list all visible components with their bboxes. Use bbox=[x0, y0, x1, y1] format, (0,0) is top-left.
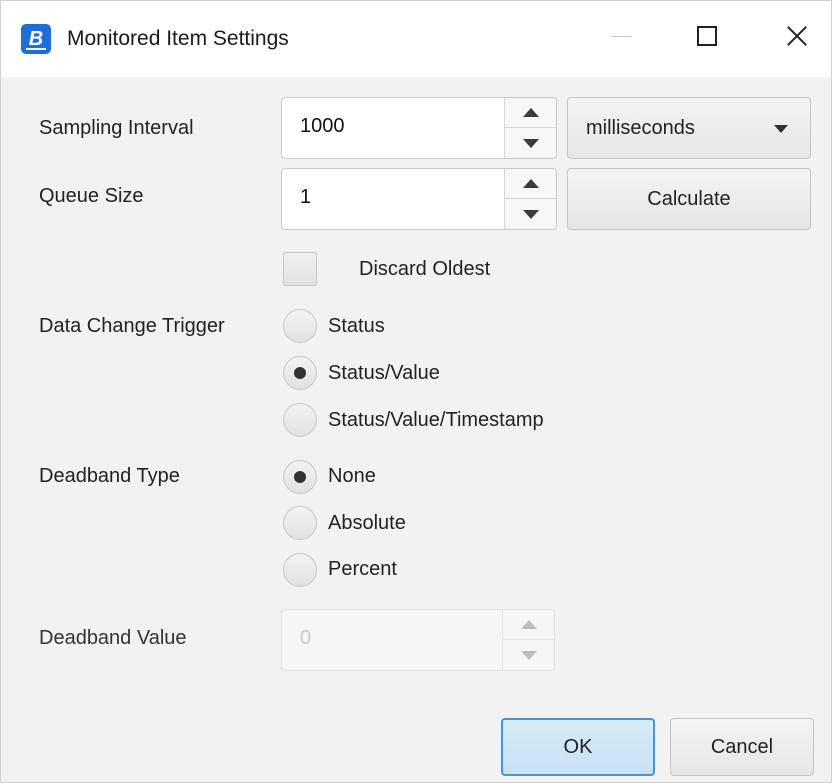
deadband-value-label: Deadband Value bbox=[39, 627, 187, 649]
sampling-unit-dropdown[interactable]: milliseconds bbox=[567, 97, 811, 159]
queue-size-arrows bbox=[504, 169, 556, 229]
deadband-decrement-button[interactable] bbox=[503, 640, 554, 670]
title-bar: B Monitored Item Settings bbox=[1, 1, 831, 77]
sampling-interval-spinner[interactable]: 1000 bbox=[281, 97, 557, 159]
trigger-option-status[interactable]: Status bbox=[328, 315, 385, 338]
window-title: Monitored Item Settings bbox=[67, 27, 289, 50]
calculate-button[interactable]: Calculate bbox=[567, 168, 811, 230]
trigger-radio-status-value[interactable] bbox=[283, 356, 317, 390]
calculate-button-label: Calculate bbox=[647, 187, 731, 210]
sampling-interval-arrows bbox=[504, 98, 556, 158]
deadband-increment-button[interactable] bbox=[503, 610, 554, 640]
data-change-trigger-label: Data Change Trigger bbox=[39, 315, 225, 337]
discard-oldest-checkbox[interactable] bbox=[283, 252, 317, 286]
deadband-value-arrows bbox=[502, 610, 554, 670]
dropdown-caret-icon bbox=[774, 125, 788, 133]
queue-size-label: Queue Size bbox=[39, 185, 144, 207]
cancel-button[interactable]: Cancel bbox=[670, 718, 814, 776]
deadband-value-spinner[interactable]: 0 bbox=[281, 609, 555, 671]
maximize-button[interactable] bbox=[677, 11, 737, 61]
sampling-unit-selected: milliseconds bbox=[586, 116, 695, 139]
queue-decrement-button[interactable] bbox=[505, 199, 556, 229]
trigger-option-status-value[interactable]: Status/Value bbox=[328, 362, 440, 385]
sampling-interval-value[interactable]: 1000 bbox=[300, 115, 345, 138]
cancel-button-label: Cancel bbox=[710, 735, 774, 758]
sampling-increment-button[interactable] bbox=[505, 98, 556, 128]
queue-size-value[interactable]: 1 bbox=[300, 186, 311, 209]
deadband-radio-absolute[interactable] bbox=[283, 506, 317, 540]
minimize-button[interactable] bbox=[591, 11, 651, 61]
close-icon bbox=[786, 25, 808, 47]
trigger-radio-status-value-timestamp[interactable] bbox=[283, 403, 317, 437]
deadband-option-none[interactable]: None bbox=[328, 465, 376, 488]
trigger-radio-status[interactable] bbox=[283, 309, 317, 343]
chevron-down-icon bbox=[522, 209, 539, 219]
chevron-down-icon bbox=[522, 138, 539, 148]
dialog-window: B Monitored Item Settings Sampling Inter… bbox=[0, 0, 832, 783]
deadband-radio-percent[interactable] bbox=[283, 553, 317, 587]
chevron-up-icon bbox=[522, 179, 539, 188]
chevron-up-icon bbox=[522, 108, 539, 117]
deadband-option-percent[interactable]: Percent bbox=[328, 558, 397, 581]
close-button[interactable] bbox=[767, 11, 827, 61]
app-logo-icon: B bbox=[21, 24, 51, 54]
ok-button[interactable]: OK bbox=[501, 718, 655, 776]
deadband-option-absolute[interactable]: Absolute bbox=[328, 512, 406, 535]
deadband-radio-none[interactable] bbox=[283, 460, 317, 494]
chevron-up-icon bbox=[520, 620, 537, 629]
maximize-icon bbox=[697, 26, 717, 46]
sampling-interval-label: Sampling Interval bbox=[39, 117, 194, 139]
trigger-option-status-value-timestamp[interactable]: Status/Value/Timestamp bbox=[328, 409, 544, 432]
minimize-icon bbox=[611, 35, 631, 37]
deadband-type-label: Deadband Type bbox=[39, 465, 180, 487]
deadband-value-value[interactable]: 0 bbox=[300, 627, 311, 650]
queue-size-spinner[interactable]: 1 bbox=[281, 168, 557, 230]
ok-button-label: OK bbox=[563, 735, 593, 758]
discard-oldest-label[interactable]: Discard Oldest bbox=[359, 258, 490, 281]
queue-increment-button[interactable] bbox=[505, 169, 556, 199]
chevron-down-icon bbox=[520, 650, 537, 660]
sampling-decrement-button[interactable] bbox=[505, 128, 556, 158]
